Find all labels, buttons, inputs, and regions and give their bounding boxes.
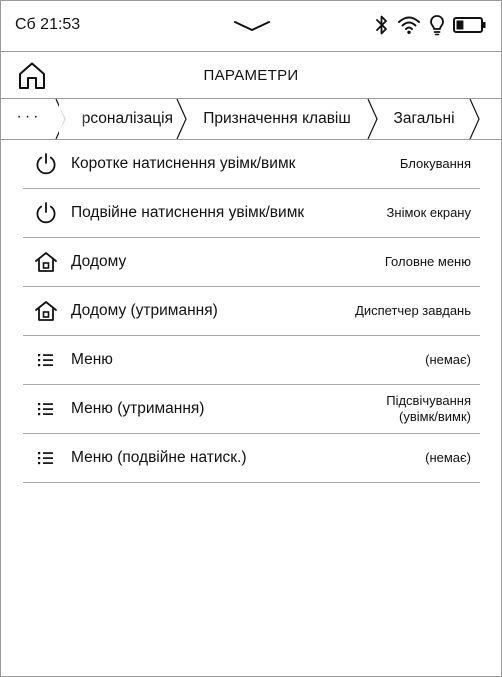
setting-value: Блокування: [399, 156, 471, 171]
menu-list-icon: [38, 403, 53, 416]
setting-row-short-press-power[interactable]: Коротке натиснення увімк/вимк Блокування: [23, 140, 480, 189]
breadcrumb-more-button[interactable]: ···: [1, 99, 57, 139]
setting-label: Подвійне натиснення увімк/вимк: [71, 204, 305, 221]
setting-value: Диспетчер завдань: [355, 303, 471, 318]
setting-label: Меню (утримання): [71, 400, 205, 417]
setting-row-home[interactable]: Додому Головне меню: [23, 238, 480, 287]
setting-row-menu-hold[interactable]: Меню (утримання) Підсвічування (увімк/ви…: [23, 385, 480, 434]
setting-row-double-press-power[interactable]: Подвійне натиснення увімк/вимк Знімок ек…: [23, 189, 480, 238]
status-icons: [375, 13, 487, 37]
setting-label: Меню (подвійне натиск.): [71, 449, 247, 466]
header: ПАРАМЕТРИ: [1, 52, 501, 98]
home-icon: [35, 252, 57, 272]
menu-list-icon: [38, 354, 53, 367]
menu-list-icon: [38, 452, 53, 465]
power-icon: [36, 202, 56, 224]
setting-label: Додому (утримання): [71, 302, 218, 319]
breadcrumb: ··· рсоналізація Призначення клавіш Зага…: [1, 99, 501, 139]
breadcrumb-separator-icon: [469, 99, 480, 139]
status-time: Сб 21:53: [15, 16, 81, 33]
battery-level: [456, 20, 464, 30]
setting-value: Знімок екрану: [386, 205, 471, 220]
settings-list: Коротке натиснення увімк/вимк Блокування…: [23, 140, 480, 483]
breadcrumb-item-key-mapping[interactable]: Призначення клавіш: [187, 99, 367, 139]
setting-value: (немає): [425, 352, 471, 367]
bluetooth-icon: [376, 15, 387, 35]
battery-icon: [453, 17, 486, 33]
wifi-icon: [398, 16, 420, 34]
chevron-down-icon[interactable]: [233, 19, 271, 33]
power-icon: [36, 153, 56, 175]
breadcrumb-item-general[interactable]: Загальні: [379, 99, 469, 139]
setting-label: Коротке натиснення увімк/вимк: [71, 155, 296, 172]
setting-value: Головне меню: [384, 254, 471, 269]
setting-row-home-hold[interactable]: Додому (утримання) Диспетчер завдань: [23, 287, 480, 336]
setting-row-menu[interactable]: Меню (немає): [23, 336, 480, 385]
breadcrumb-fade: [59, 99, 89, 139]
page-title: ПАРАМЕТРИ: [203, 67, 299, 84]
setting-value: Підсвічування (увімк/вимк): [386, 393, 471, 424]
setting-value: (немає): [425, 450, 471, 465]
status-bar: Сб 21:53: [1, 1, 501, 51]
setting-label: Меню: [71, 351, 113, 368]
breadcrumb-separator-icon: [176, 99, 187, 139]
setting-label: Додому: [71, 253, 127, 270]
setting-row-menu-double-press[interactable]: Меню (подвійне натиск.) (немає): [23, 434, 480, 483]
home-icon: [35, 301, 57, 321]
breadcrumb-separator-icon: [367, 99, 378, 139]
frontlight-icon: [430, 15, 444, 36]
